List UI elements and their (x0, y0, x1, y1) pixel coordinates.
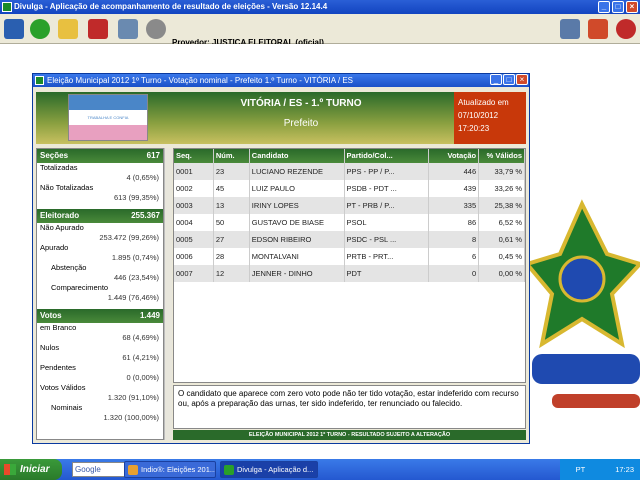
flag-motto: TRABALHA E CONFIA (69, 109, 147, 126)
eleitorado-header: Eleitorado 255.367 (37, 209, 163, 223)
updated-time: 17:20:23 (458, 124, 490, 133)
tools-icon[interactable] (588, 19, 608, 39)
settings-icon[interactable] (560, 19, 580, 39)
window-close-button[interactable]: × (516, 74, 528, 85)
apurado-value: 1.895 (0,74%) (111, 253, 159, 262)
app-title: Divulga - Aplicação de acompanhamento de… (14, 2, 328, 11)
nulos-value: 61 (4,21%) (122, 353, 159, 362)
nao-totalizadas-label: Não Totalizadas (40, 183, 94, 192)
comparecimento-value: 1.449 (76,46%) (107, 293, 159, 302)
taskbar: Iniciar Google Indio®: Eleições 201... D… (0, 459, 640, 480)
exit-icon[interactable] (616, 19, 636, 39)
city-title: VITÓRIA / ES - 1.º TURNO (240, 98, 362, 109)
em-branco-value: 68 (4,69%) (122, 333, 159, 342)
divulga-icon (224, 465, 234, 475)
toolbar: Provedor: JUSTIÇA ELEITORAL (oficial) (0, 14, 640, 47)
secoes-header: Seções 617 (37, 149, 163, 163)
votos-validos-value: 1.320 (91,10%) (107, 393, 159, 402)
totalizadas-value: 4 (0,65%) (126, 173, 159, 182)
window-titlebar: Eleição Municipal 2012 1º Turno - Votaçã… (33, 74, 529, 87)
table-body: 0001 23 LUCIANO REZENDE PPS - PP / P... 446 3… (174, 163, 525, 282)
windows-logo-icon (4, 464, 16, 475)
window-minimize-button[interactable]: _ (490, 74, 502, 85)
taskbar-item-browser[interactable]: Indio®: Eleições 201... (124, 461, 216, 478)
results-window: Eleição Municipal 2012 1º Turno - Votaçã… (32, 73, 530, 444)
search-icon[interactable] (146, 19, 166, 39)
col-seq[interactable]: Seq. (174, 149, 214, 163)
brazil-coat-of-arms-icon (523, 199, 640, 408)
app-titlebar: Divulga - Aplicação de acompanhamento de… (0, 0, 640, 14)
em-branco-label: em Branco (40, 323, 77, 332)
system-tray: PT 17:23 (560, 459, 640, 480)
update-box: Atualizado em 07/10/2012 17:20:23 (454, 92, 526, 144)
monitor-icon[interactable] (118, 19, 138, 39)
table-row[interactable]: 0004 50 GUSTAVO DE BIASE PSOL 86 6,52 % (174, 214, 525, 231)
maximize-button[interactable]: □ (612, 1, 624, 13)
apurado-label: Apurado (40, 243, 69, 252)
nao-apurado-value: 253.472 (99,26%) (99, 233, 159, 242)
taskbar-item-divulga[interactable]: Divulga - Aplicação d... (220, 461, 318, 478)
col-candidato[interactable]: Candidato (250, 149, 345, 163)
window-title: Eleição Municipal 2012 1º Turno - Votaçã… (47, 76, 353, 85)
results-footer: ELEIÇÃO MUNICIPAL 2012 1º TURNO - RESULT… (173, 430, 526, 440)
panel-scrollbar[interactable] (164, 148, 172, 440)
nao-apurado-label: Não Apurado (40, 223, 84, 232)
updated-date: 07/10/2012 (458, 111, 499, 120)
nao-totalizadas-value: 613 (99,35%) (113, 193, 159, 202)
minimize-button[interactable]: _ (598, 1, 610, 13)
window-app-icon (35, 76, 44, 85)
comparecimento-label: Comparecimento (51, 283, 109, 292)
nominais-value: 1.320 (100,00%) (103, 413, 159, 422)
window-buttons: _ □ × (490, 74, 528, 85)
close-button[interactable]: × (626, 1, 638, 13)
totalizadas-label: Totalizadas (40, 163, 78, 172)
language-indicator[interactable]: PT (576, 465, 585, 474)
window-maximize-button[interactable]: □ (503, 74, 515, 85)
table-header: Seq. Núm. Candidato Partido/Col... Votaç… (174, 149, 525, 163)
table-row[interactable]: 0001 23 LUCIANO REZENDE PPS - PP / P... 446 3… (174, 163, 525, 180)
summary-panel: Seções 617 Totalizadas 4 (0,65%) Não Tota… (36, 148, 164, 440)
folder-icon[interactable] (58, 19, 78, 39)
start-button[interactable]: Iniciar (0, 459, 62, 480)
zero-vote-notice: O candidato que aparece com zero voto po… (173, 385, 526, 429)
table-row[interactable]: 0002 45 LUIZ PAULO PSDB - PDT ... 439 33,26 % (174, 180, 525, 197)
col-partido[interactable]: Partido/Col... (345, 149, 430, 163)
nulos-label: Nulos (40, 343, 60, 352)
nominais-label: Nominais (51, 403, 83, 412)
pendentes-value: 0 (0,00%) (126, 373, 159, 382)
col-validos[interactable]: % Válidos (479, 149, 525, 163)
table-row[interactable]: 0007 12 JENNER - DINHO PDT 0 0,00 % (174, 265, 525, 282)
votos-validos-label: Votos Válidos (40, 383, 86, 392)
abstencao-value: 446 (23,54%) (113, 273, 159, 282)
clock[interactable]: 17:23 (615, 465, 634, 474)
pdf-icon[interactable] (88, 19, 108, 39)
table-row[interactable]: 0005 27 EDSON RIBEIRO PSDC - PSL ... 8 0,61 % (174, 231, 525, 248)
vitoria-flag-icon: TRABALHA E CONFIA (68, 94, 148, 141)
app-icon (2, 2, 12, 12)
table-row[interactable]: 0003 13 IRINY LOPES PT - PRB / P... 335 25,38… (174, 197, 525, 214)
col-votacao[interactable]: Votação (429, 149, 480, 163)
window-icon[interactable] (4, 19, 24, 39)
refresh-icon[interactable] (30, 19, 50, 39)
col-num[interactable]: Núm. (214, 149, 250, 163)
results-header: TRABALHA E CONFIA VITÓRIA / ES - 1.º TUR… (36, 92, 526, 144)
window-controls: _ □ × (598, 1, 638, 13)
office-title: Prefeito (283, 118, 319, 129)
browser-icon (128, 465, 138, 475)
table-row[interactable]: 0006 28 MONTALVANI PRTB - PRT... 6 0,45 % (174, 248, 525, 265)
abstencao-label: Abstenção (51, 263, 87, 272)
votos-header: Votos 1.449 (37, 309, 163, 323)
candidates-table: Seq. Núm. Candidato Partido/Col... Votaç… (173, 148, 526, 383)
updated-label: Atualizado em (458, 98, 509, 107)
pendentes-label: Pendentes (40, 363, 76, 372)
google-search-box[interactable]: Google (72, 462, 130, 477)
